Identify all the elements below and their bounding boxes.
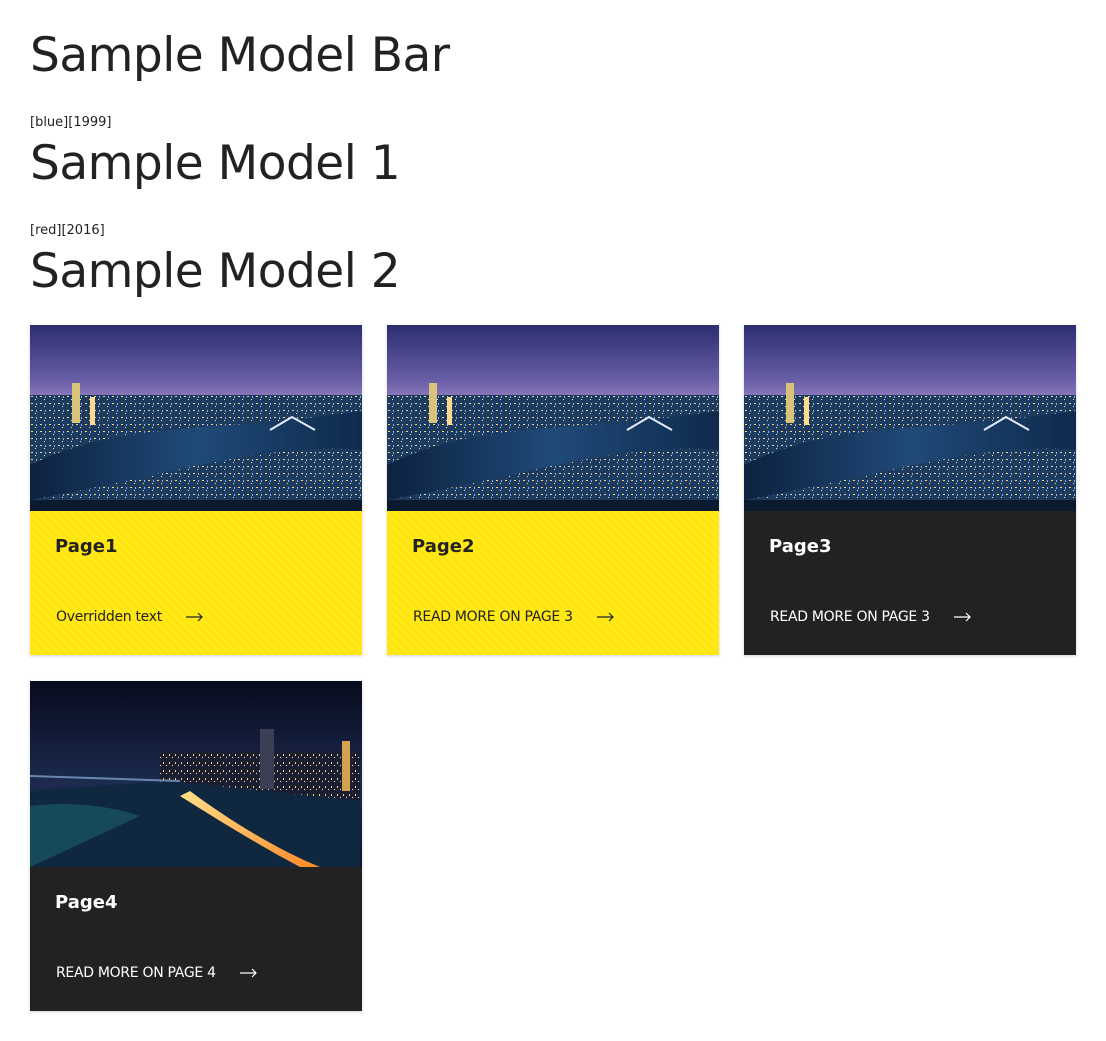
- card-title: Page3: [769, 536, 832, 557]
- read-more-label: READ MORE ON PAGE 4: [56, 965, 216, 981]
- arrow-right-icon: [953, 612, 971, 622]
- card-body: Page1 Overridden text: [30, 511, 362, 655]
- page-card-2[interactable]: Page2 READ MORE ON PAGE 3: [387, 325, 719, 655]
- read-more-label: READ MORE ON PAGE 3: [770, 609, 930, 625]
- read-more-link[interactable]: READ MORE ON PAGE 3: [413, 607, 615, 627]
- arrow-right-icon: [185, 612, 203, 622]
- page-title: Sample Model Bar: [30, 28, 450, 83]
- page-card-1[interactable]: Page1 Overridden text: [30, 325, 362, 655]
- arrow-right-icon: [596, 612, 614, 622]
- card-body: Page3 READ MORE ON PAGE 3: [744, 511, 1076, 655]
- model-1-meta: [blue][1999]: [30, 115, 112, 130]
- city-night-image: [387, 325, 719, 511]
- page-card-4[interactable]: Page4 READ MORE ON PAGE 4: [30, 681, 362, 1011]
- model-2-title: Sample Model 2: [30, 244, 401, 299]
- page-card-3[interactable]: Page3 READ MORE ON PAGE 3: [744, 325, 1076, 655]
- city-night-image: [744, 325, 1076, 511]
- read-more-label: Overridden text: [56, 609, 162, 625]
- city-night-image: [30, 325, 362, 511]
- read-more-link[interactable]: READ MORE ON PAGE 4: [56, 963, 258, 983]
- card-title: Page4: [55, 892, 118, 913]
- read-more-label: READ MORE ON PAGE 3: [413, 609, 573, 625]
- skyline-night-image: [30, 681, 362, 867]
- read-more-link[interactable]: Overridden text: [56, 607, 204, 627]
- read-more-link[interactable]: READ MORE ON PAGE 3: [770, 607, 972, 627]
- card-body: Page4 READ MORE ON PAGE 4: [30, 867, 362, 1011]
- model-2-meta: [red][2016]: [30, 223, 105, 238]
- card-body: Page2 READ MORE ON PAGE 3: [387, 511, 719, 655]
- model-1-title: Sample Model 1: [30, 136, 401, 191]
- arrow-right-icon: [239, 968, 257, 978]
- card-title: Page1: [55, 536, 118, 557]
- card-title: Page2: [412, 536, 475, 557]
